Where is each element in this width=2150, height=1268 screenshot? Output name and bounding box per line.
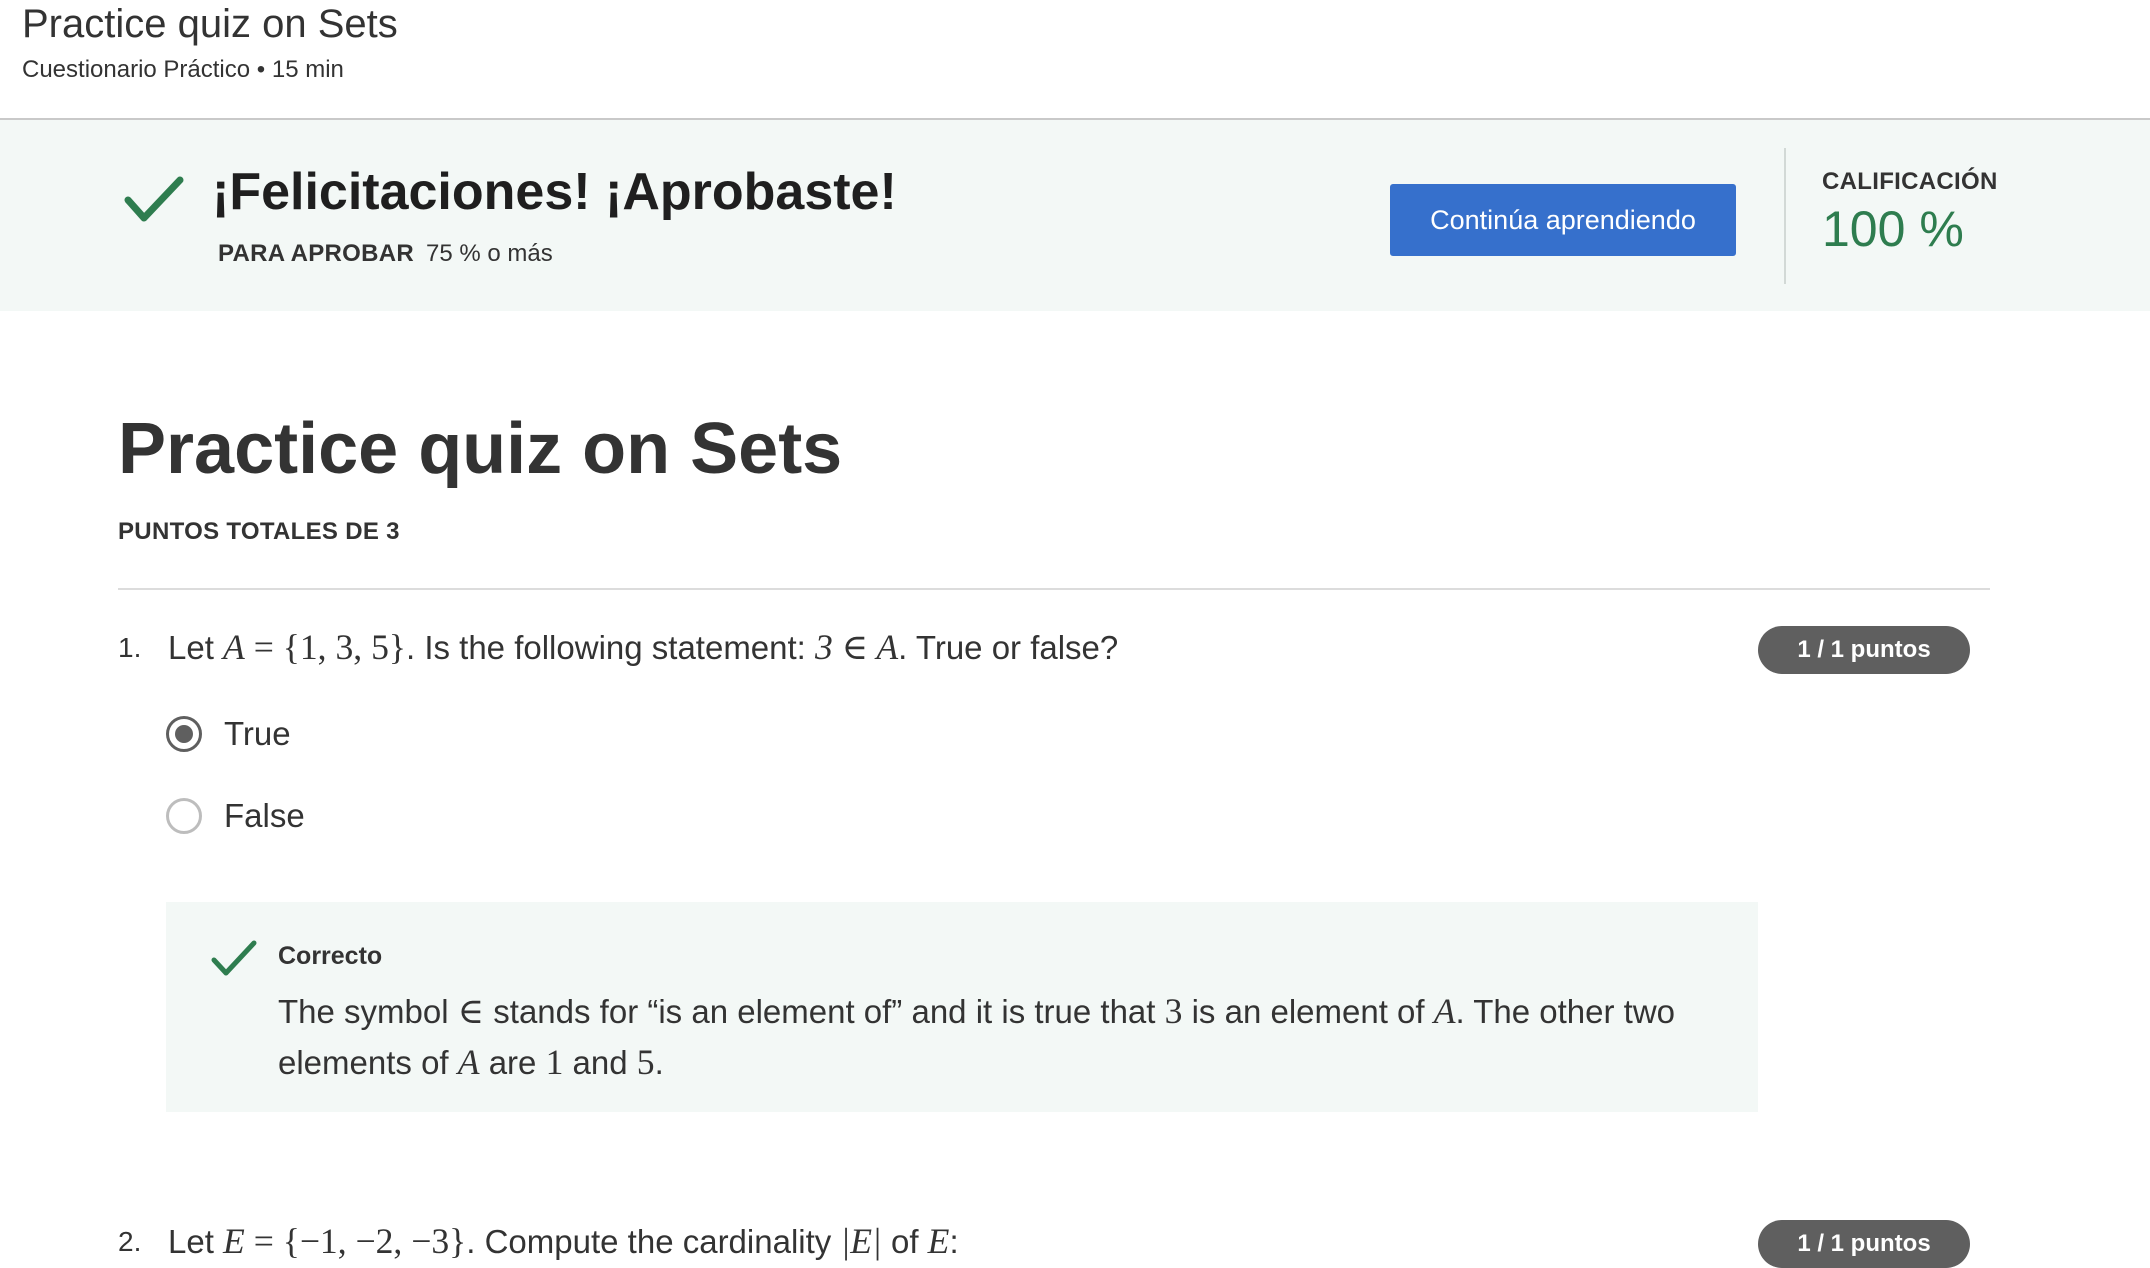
grade-label: CALIFICACIÓN	[1822, 168, 1998, 195]
q1-text-part: Let	[168, 629, 224, 666]
q1-math: A	[223, 627, 245, 667]
check-icon	[124, 176, 184, 222]
fb-part: .	[654, 1044, 664, 1081]
fb-math: 5	[636, 1042, 655, 1082]
q2-text-part: Let	[168, 1223, 224, 1260]
option-false[interactable]: False	[166, 794, 305, 838]
continue-learning-button[interactable]: Continúa aprendiendo	[1390, 184, 1736, 256]
page-header-subtitle: Cuestionario Práctico • 15 min	[22, 56, 344, 83]
fb-part: and	[563, 1044, 637, 1081]
fb-part: stands for “is an element of” and it is …	[484, 993, 1165, 1030]
option-label: True	[224, 715, 291, 752]
fb-math: 3	[1164, 991, 1183, 1031]
fb-part: The symbol	[278, 993, 458, 1030]
question-1-number: 1.	[118, 632, 142, 663]
q2-math: = {−1, −2, −3}	[244, 1221, 467, 1261]
pass-label: PARA APROBAR	[218, 240, 415, 267]
q1-text-part: . Is the following statement:	[405, 629, 816, 666]
radio-selected[interactable]	[166, 716, 202, 752]
question-1-points-badge: 1 / 1 puntos	[1758, 626, 1970, 674]
feedback-title: Correcto	[278, 942, 383, 970]
total-points: PUNTOS TOTALES DE 3	[118, 518, 400, 545]
fb-math: ∈	[457, 991, 485, 1031]
radio-unselected[interactable]	[166, 798, 202, 834]
feedback-box: Correcto The symbol ∈ stands for “is an …	[166, 902, 1758, 1112]
divider	[118, 588, 1990, 590]
question-1-text: Let A = {1, 3, 5}. Is the following stat…	[168, 626, 1118, 668]
passing-requirement: PARA APROBAR 75 % o más	[218, 240, 553, 268]
check-icon	[211, 940, 257, 976]
q2-math: |E|	[840, 1221, 882, 1261]
fb-part: are	[479, 1044, 546, 1081]
q1-math: 3 ∈ A	[815, 627, 899, 667]
q1-text-part: . True or false?	[898, 629, 1119, 666]
q1-math: = {1, 3, 5}	[244, 627, 406, 667]
top-header: Practice quiz on Sets Cuestionario Práct…	[0, 0, 2150, 120]
banner-divider	[1784, 148, 1786, 284]
q2-math: E	[927, 1221, 950, 1261]
result-banner: ¡Felicitaciones! ¡Aprobaste! PARA APROBA…	[0, 120, 2150, 311]
option-true[interactable]: True	[166, 712, 291, 756]
question-2-text: Let E = {−1, −2, −3}. Compute the cardin…	[168, 1220, 959, 1262]
option-label: False	[224, 797, 305, 834]
fb-math: A	[1433, 991, 1456, 1031]
feedback-text: The symbol ∈ stands for “is an element o…	[278, 986, 1718, 1088]
fb-math: A	[457, 1042, 480, 1082]
q2-math: E	[223, 1221, 245, 1261]
q2-text-part: . Compute the cardinality	[466, 1223, 841, 1260]
q2-text-part: of	[881, 1223, 928, 1260]
q2-text-part: :	[949, 1223, 959, 1260]
quiz-title: Practice quiz on Sets	[118, 409, 843, 489]
page-header-title: Practice quiz on Sets	[22, 2, 398, 46]
pass-value: 75 % o más	[426, 240, 553, 267]
fb-math: 1	[545, 1042, 564, 1082]
question-2-number: 2.	[118, 1226, 142, 1257]
result-message: ¡Felicitaciones! ¡Aprobaste!	[212, 163, 897, 221]
grade-value: 100 %	[1822, 201, 1964, 257]
fb-part: is an element of	[1182, 993, 1434, 1030]
question-2-points-badge: 1 / 1 puntos	[1758, 1220, 1970, 1268]
